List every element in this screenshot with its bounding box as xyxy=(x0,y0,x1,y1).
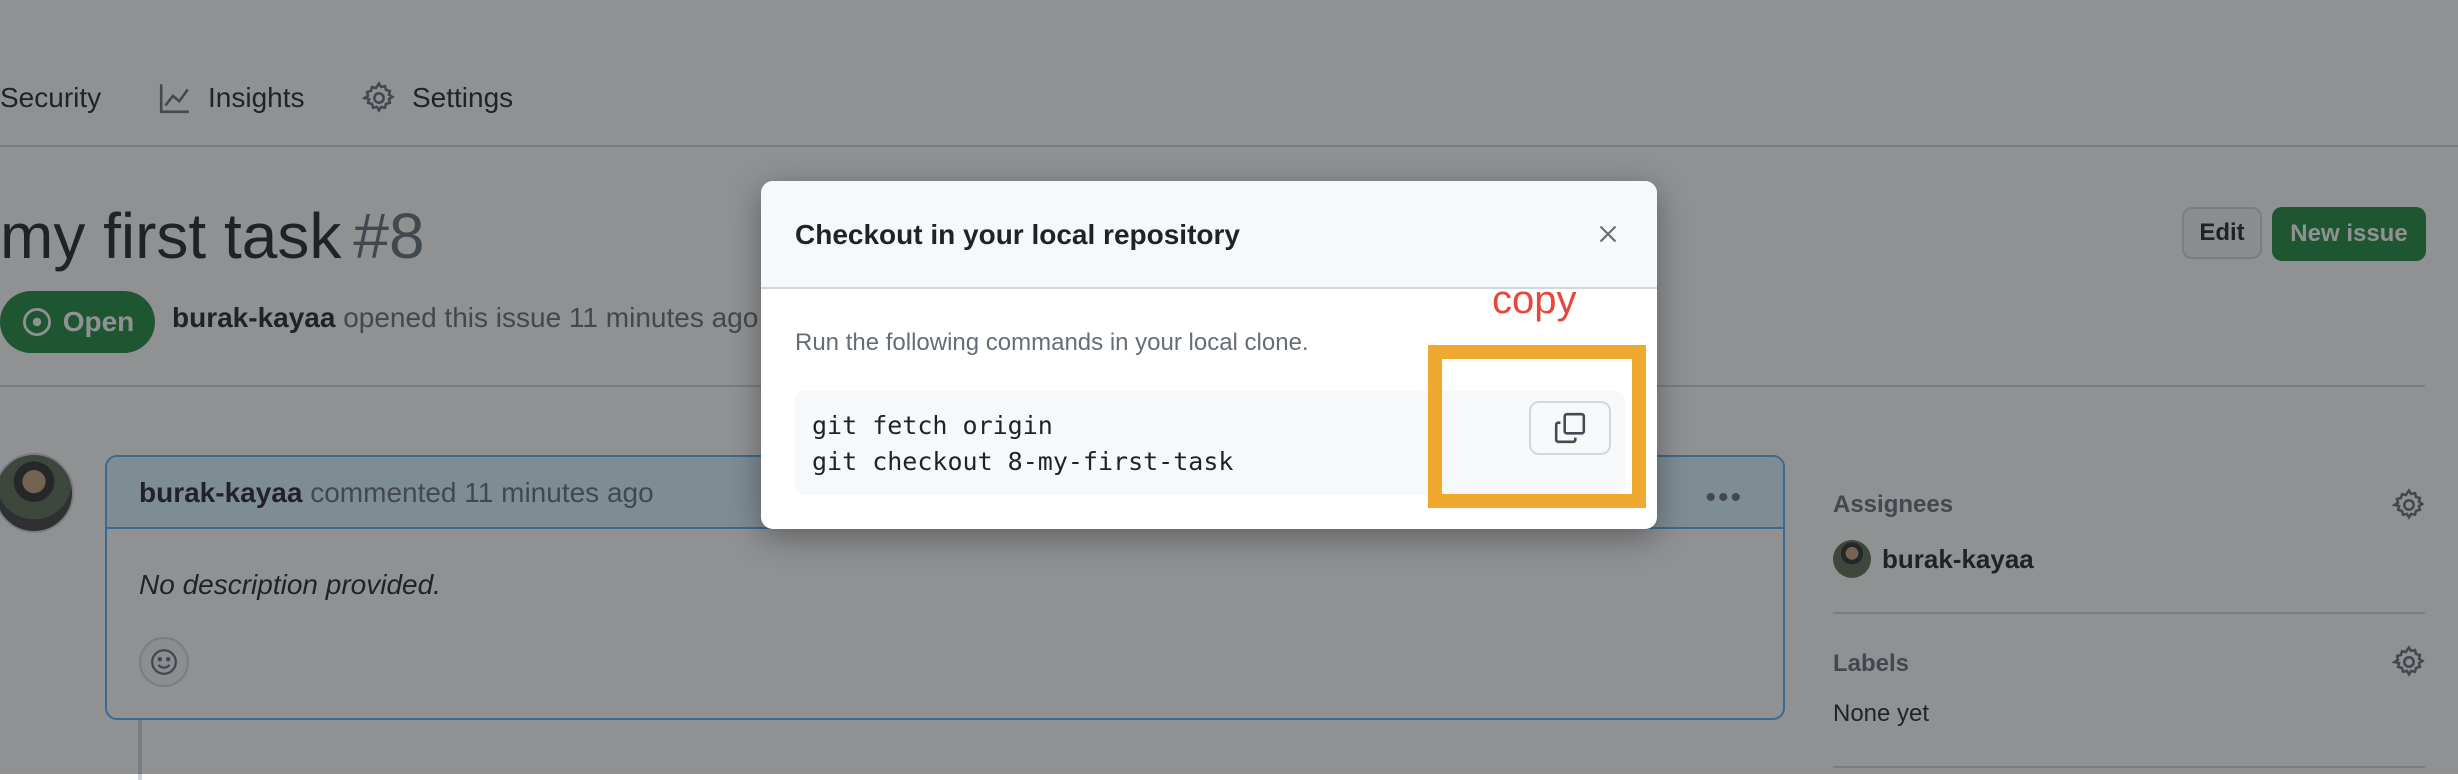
dialog-title: Checkout in your local repository xyxy=(795,219,1240,250)
close-button[interactable] xyxy=(1591,217,1625,251)
annotation-highlight-box xyxy=(1428,345,1646,508)
dialog-header: Checkout in your local repository xyxy=(761,181,1657,289)
close-icon xyxy=(1600,226,1616,242)
command-line: git checkout 8-my-first-task xyxy=(812,447,1234,476)
command-line: git fetch origin xyxy=(812,411,1053,440)
dialog-description: Run the following commands in your local… xyxy=(795,329,1309,356)
annotation-label: copy xyxy=(1492,278,1577,322)
